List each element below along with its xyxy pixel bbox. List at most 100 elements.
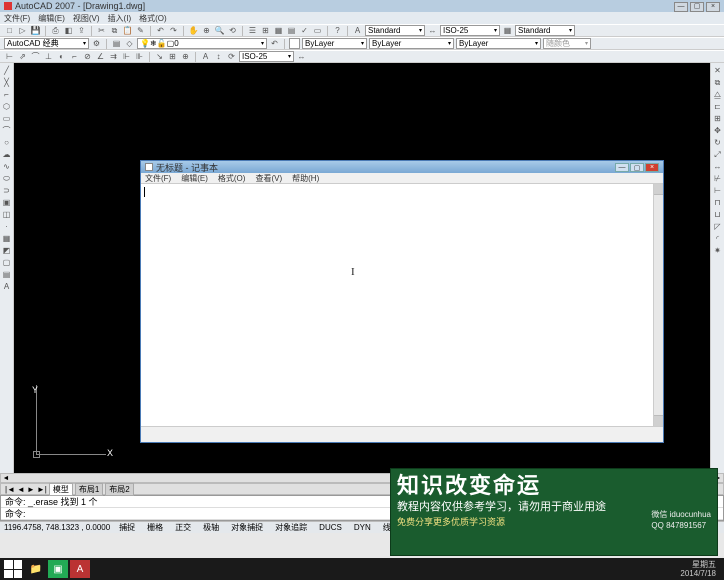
tab-next-icon[interactable]: ► (27, 485, 35, 494)
offset-icon[interactable]: ⊏ (712, 101, 723, 112)
dim-diameter-icon[interactable]: ⊘ (82, 51, 93, 62)
menu-format[interactable]: 格式(O) (139, 13, 167, 24)
dim-radius-icon[interactable]: ◐ (56, 51, 67, 62)
plotstyle-dropdown[interactable]: 随颜色 (543, 38, 591, 49)
tab-first-icon[interactable]: |◄ (5, 485, 15, 494)
color-dropdown[interactable]: ByLayer (302, 38, 367, 49)
workspace-dropdown[interactable]: AutoCAD 经典 (4, 38, 89, 49)
dim-quick-icon[interactable]: ⇉ (108, 51, 119, 62)
dimstyle-icon[interactable]: ↔ (427, 25, 438, 36)
help-icon[interactable]: ? (332, 25, 343, 36)
paste-icon[interactable]: 📋 (122, 25, 133, 36)
layer-filter-icon[interactable]: ◇ (124, 38, 135, 49)
minimize-button[interactable]: — (674, 2, 688, 12)
circle-icon[interactable]: ○ (1, 137, 12, 148)
ellipse-arc-icon[interactable]: ⊃ (1, 185, 12, 196)
start-button[interactable] (4, 560, 22, 578)
notepad-menu-format[interactable]: 格式(O) (218, 173, 246, 183)
toggle-osnap[interactable]: 对象捕捉 (228, 521, 266, 534)
line-icon[interactable]: ╱ (1, 65, 12, 76)
notepad-title-bar[interactable]: 无标题 - 记事本 — ▢ × (141, 161, 663, 173)
markup-icon[interactable]: ✓ (299, 25, 310, 36)
dim-baseline-icon[interactable]: ⊩ (121, 51, 132, 62)
move-icon[interactable]: ✥ (712, 125, 723, 136)
ellipse-icon[interactable]: ⬭ (1, 173, 12, 184)
close-button[interactable]: × (706, 2, 720, 12)
mirror-icon[interactable]: ⧋ (712, 89, 723, 100)
dim-tolerance-icon[interactable]: ⊞ (167, 51, 178, 62)
tab-last-icon[interactable]: ►| (37, 485, 47, 494)
notepad-close-button[interactable]: × (645, 163, 659, 172)
print-icon[interactable]: ⎙ (50, 25, 61, 36)
table-icon[interactable]: ▤ (1, 269, 12, 280)
stretch-icon[interactable]: ↔ (712, 161, 723, 172)
trim-icon[interactable]: ⊬ (712, 173, 723, 184)
dim-update-icon[interactable]: ⟳ (226, 51, 237, 62)
scale-icon[interactable]: ⤢ (712, 149, 723, 160)
dim-angular-icon[interactable]: ∠ (95, 51, 106, 62)
lineweight-dropdown[interactable]: ByLayer (456, 38, 541, 49)
textstyle-icon[interactable]: A (352, 25, 363, 36)
copy-obj-icon[interactable]: ⧉ (712, 77, 723, 88)
dimstyle-manager-icon[interactable]: ↔ (296, 51, 307, 62)
notepad-menu-help[interactable]: 帮助(H) (292, 173, 319, 183)
pan-icon[interactable]: ✋ (188, 25, 199, 36)
xline-icon[interactable]: ╳ (1, 77, 12, 88)
tab-prev-icon[interactable]: ◄ (17, 485, 25, 494)
workspace-settings-icon[interactable]: ⚙ (91, 38, 102, 49)
dim-jog-icon[interactable]: ⌐ (69, 51, 80, 62)
polygon-icon[interactable]: ⬡ (1, 101, 12, 112)
taskbar-explorer-icon[interactable]: 📁 (26, 560, 46, 578)
redo-icon[interactable]: ↷ (168, 25, 179, 36)
pline-icon[interactable]: ⌐ (1, 89, 12, 100)
taskbar-autocad-icon[interactable]: A (70, 560, 90, 578)
fillet-icon[interactable]: ◜ (712, 233, 723, 244)
sheet-set-icon[interactable]: ▤ (286, 25, 297, 36)
menu-file[interactable]: 文件(F) (4, 13, 30, 24)
rotate-icon[interactable]: ↻ (712, 137, 723, 148)
layer-props-icon[interactable]: ▤ (111, 38, 122, 49)
block-insert-icon[interactable]: ▣ (1, 197, 12, 208)
save-icon[interactable]: 💾 (30, 25, 41, 36)
notepad-minimize-button[interactable]: — (615, 163, 629, 172)
copy-icon[interactable]: ⧉ (109, 25, 120, 36)
dimstyle2-dropdown[interactable]: ISO-25 (239, 51, 294, 62)
tool-palettes-icon[interactable]: ▦ (273, 25, 284, 36)
region-icon[interactable]: ▢ (1, 257, 12, 268)
dim-center-icon[interactable]: ⊕ (180, 51, 191, 62)
rectangle-icon[interactable]: ▭ (1, 113, 12, 124)
match-icon[interactable]: ✎ (135, 25, 146, 36)
extend-icon[interactable]: ⊢ (712, 185, 723, 196)
toggle-otrack[interactable]: 对象追踪 (272, 521, 310, 534)
zoom-rt-icon[interactable]: ⊕ (201, 25, 212, 36)
chamfer-icon[interactable]: ◸ (712, 221, 723, 232)
mtext-icon[interactable]: A (1, 281, 12, 292)
toggle-snap[interactable]: 捕捉 (116, 521, 138, 534)
scroll-left-icon[interactable]: ◄ (1, 475, 11, 482)
array-icon[interactable]: ⊞ (712, 113, 723, 124)
textstyle-dropdown[interactable]: Standard (365, 25, 425, 36)
dimstyle-dropdown[interactable]: ISO-25 (440, 25, 500, 36)
join-icon[interactable]: ⊔ (712, 209, 723, 220)
zoom-prev-icon[interactable]: ⟲ (227, 25, 238, 36)
dim-tedit-icon[interactable]: ↕ (213, 51, 224, 62)
tab-layout2[interactable]: 布局2 (105, 483, 133, 496)
dim-arc-icon[interactable]: ⌒ (30, 51, 41, 62)
notepad-menu-view[interactable]: 查看(V) (255, 173, 282, 183)
notepad-maximize-button[interactable]: ▢ (630, 163, 644, 172)
taskbar-clock[interactable]: 星期五 2014/7/18 (680, 560, 720, 578)
toggle-grid[interactable]: 栅格 (144, 521, 166, 534)
new-icon[interactable]: □ (4, 25, 15, 36)
tablestyle-icon[interactable]: ▦ (502, 25, 513, 36)
point-icon[interactable]: · (1, 221, 12, 232)
properties-icon[interactable]: ☰ (247, 25, 258, 36)
tablestyle-dropdown[interactable]: Standard (515, 25, 575, 36)
dim-ordinate-icon[interactable]: ⊥ (43, 51, 54, 62)
revcloud-icon[interactable]: ☁ (1, 149, 12, 160)
spline-icon[interactable]: ∿ (1, 161, 12, 172)
arc-icon[interactable]: ⌒ (1, 125, 12, 136)
menu-insert[interactable]: 插入(I) (108, 13, 132, 24)
toggle-ducs[interactable]: DUCS (316, 522, 345, 533)
undo-icon[interactable]: ↶ (155, 25, 166, 36)
maximize-button[interactable]: ▢ (690, 2, 704, 12)
